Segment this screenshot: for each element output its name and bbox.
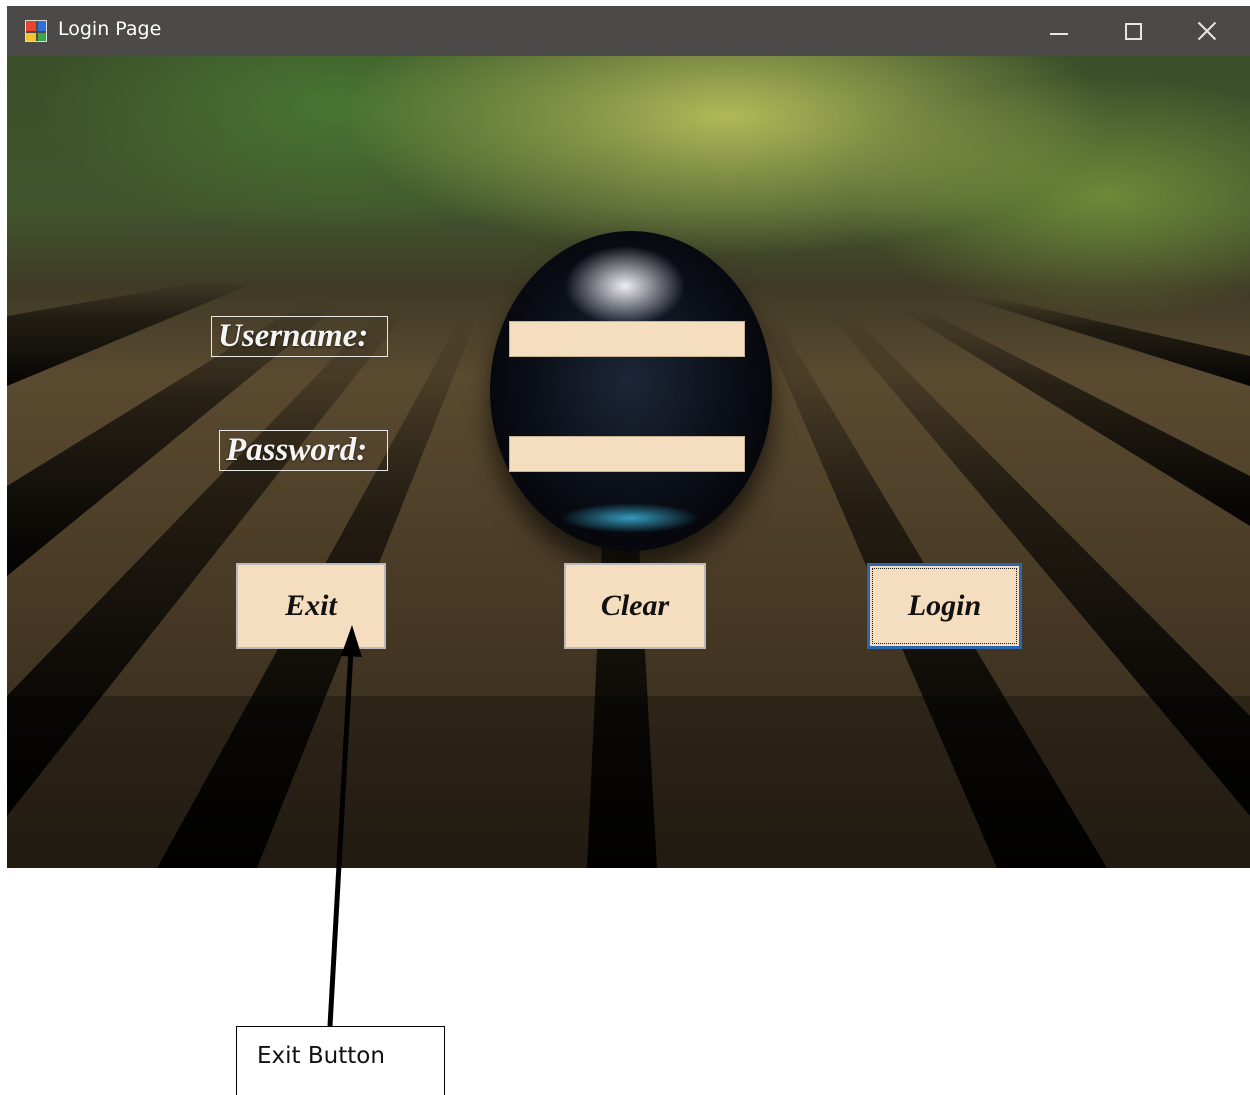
minimize-icon bbox=[1050, 33, 1068, 35]
title-bar[interactable]: Login Page bbox=[7, 6, 1250, 56]
login-button[interactable]: Login bbox=[867, 563, 1022, 649]
login-window: Login Page Username: Password: Exit Clea… bbox=[7, 6, 1250, 868]
window-title: Login Page bbox=[58, 18, 162, 40]
maximize-icon bbox=[1124, 22, 1142, 40]
glass-marble-image bbox=[490, 231, 772, 551]
close-button[interactable] bbox=[1171, 6, 1243, 56]
close-icon bbox=[1197, 21, 1217, 41]
callout-exit-button: Exit Button bbox=[236, 1026, 445, 1095]
exit-button[interactable]: Exit bbox=[236, 563, 386, 649]
password-input[interactable] bbox=[509, 436, 745, 472]
maximize-button[interactable] bbox=[1097, 6, 1169, 56]
username-label: Username: bbox=[211, 316, 388, 357]
form-background: Username: Password: Exit Clear Login bbox=[7, 56, 1250, 868]
password-label: Password: bbox=[219, 430, 388, 471]
clear-button[interactable]: Clear bbox=[564, 563, 706, 649]
minimize-button[interactable] bbox=[1023, 6, 1095, 56]
app-icon bbox=[25, 20, 47, 42]
username-input[interactable] bbox=[509, 321, 745, 357]
